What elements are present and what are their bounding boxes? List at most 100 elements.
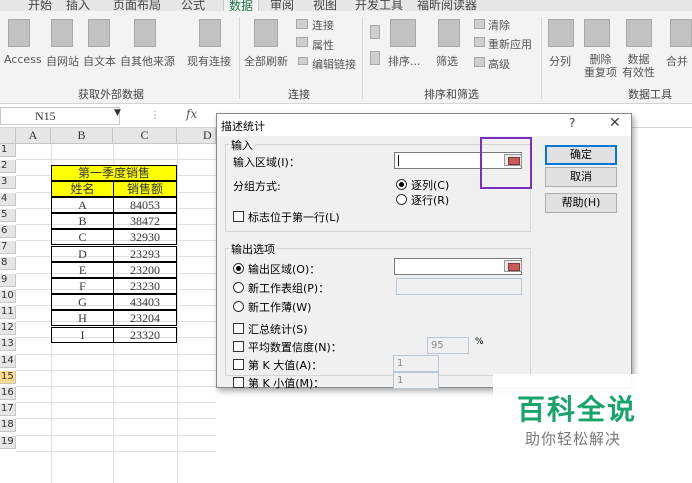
- insert-function-button[interactable]: fx: [186, 107, 197, 121]
- sort-desc-icon[interactable]: [370, 51, 380, 65]
- row-header[interactable]: 18: [0, 419, 16, 433]
- web-icon[interactable]: [51, 19, 73, 47]
- column-header-c[interactable]: C: [113, 128, 177, 144]
- name-box[interactable]: N15: [0, 107, 120, 125]
- labels-first-row-label[interactable]: 标志位于第一行(L): [248, 209, 340, 225]
- advanced-button[interactable]: 高级: [488, 56, 510, 72]
- row-header[interactable]: 3: [0, 176, 16, 190]
- column-header-a[interactable]: A: [16, 128, 51, 144]
- other-sources-icon[interactable]: [134, 19, 156, 47]
- cancel-button[interactable]: 取消: [545, 167, 617, 187]
- table-cell-sales[interactable]: 23204: [113, 310, 177, 327]
- row-header[interactable]: 12: [0, 322, 16, 336]
- table-cell-name[interactable]: G: [51, 294, 114, 311]
- row-header[interactable]: 9: [0, 273, 16, 287]
- edit-links-button[interactable]: 编辑链接: [312, 56, 356, 72]
- table-cell-sales[interactable]: 84053: [113, 197, 177, 213]
- existing-connections-button[interactable]: 现有连接: [187, 53, 231, 69]
- row-header[interactable]: 1: [0, 144, 16, 157]
- table-cell-sales[interactable]: 23293: [113, 245, 177, 262]
- data-validation-icon[interactable]: [626, 19, 652, 47]
- row-header[interactable]: 19: [0, 435, 16, 449]
- row-header[interactable]: 6: [0, 225, 16, 238]
- kth-largest-field[interactable]: 1: [393, 355, 439, 372]
- column-header-d[interactable]: D: [177, 128, 216, 144]
- refresh-all-button[interactable]: 全部刷新: [244, 53, 288, 69]
- table-cell-name[interactable]: E: [51, 261, 114, 278]
- summary-stats-checkbox[interactable]: [233, 323, 244, 334]
- by-row-radio[interactable]: [396, 194, 407, 205]
- table-cell-sales[interactable]: 23320: [113, 326, 177, 343]
- access-icon[interactable]: [8, 19, 30, 47]
- filter-button[interactable]: 筛选: [436, 53, 458, 69]
- new-workbook-label[interactable]: 新工作薄(W): [248, 299, 311, 315]
- kth-largest-checkbox[interactable]: [233, 359, 244, 370]
- new-workbook-radio[interactable]: [233, 301, 244, 312]
- table-cell-name[interactable]: A: [51, 197, 114, 213]
- row-header[interactable]: 5: [0, 208, 16, 222]
- table-title-cell[interactable]: 第一季度销售: [51, 165, 177, 181]
- column-header-b[interactable]: B: [51, 128, 113, 144]
- refresh-all-icon[interactable]: [254, 19, 278, 47]
- table-cell-sales[interactable]: 32930: [113, 229, 177, 246]
- table-cell-sales[interactable]: 38472: [113, 213, 177, 230]
- text-icon[interactable]: [88, 19, 110, 47]
- tab-page-layout[interactable]: 页面布局: [113, 0, 161, 11]
- row-header[interactable]: 4: [0, 192, 16, 206]
- table-cell-name[interactable]: B: [51, 213, 114, 230]
- row-header[interactable]: 16: [0, 387, 16, 400]
- from-web-button[interactable]: 自网站: [46, 53, 79, 69]
- row-header[interactable]: 10: [0, 289, 16, 303]
- tab-review[interactable]: 审阅: [270, 0, 294, 11]
- tab-developer[interactable]: 开发工具: [355, 0, 403, 11]
- tab-foxit[interactable]: 福昕阅读器: [417, 0, 477, 11]
- labels-first-row-checkbox[interactable]: [233, 211, 244, 222]
- ok-button[interactable]: 确定: [545, 145, 617, 165]
- by-column-radio[interactable]: [396, 179, 407, 190]
- tab-data[interactable]: 数据: [223, 0, 260, 11]
- by-column-label[interactable]: 逐列(C): [411, 177, 449, 193]
- tab-home[interactable]: 开始: [28, 0, 52, 11]
- formula-options-icon[interactable]: ⋮: [150, 110, 160, 121]
- close-icon[interactable]: ✕: [609, 115, 621, 131]
- new-worksheet-radio[interactable]: [233, 282, 244, 293]
- text-to-columns-icon[interactable]: [548, 19, 574, 47]
- row-header[interactable]: 15: [0, 370, 16, 384]
- data-validation-button[interactable]: 数据 有效性: [622, 53, 655, 79]
- range-select-icon[interactable]: [504, 260, 522, 272]
- tab-insert[interactable]: 插入: [66, 0, 90, 11]
- row-header[interactable]: 11: [0, 306, 16, 319]
- row-header[interactable]: 14: [0, 354, 16, 368]
- chevron-down-icon[interactable]: ▼: [114, 108, 121, 118]
- table-cell-name[interactable]: F: [51, 278, 114, 294]
- access-button[interactable]: Access: [4, 53, 42, 66]
- from-text-button[interactable]: 自文本: [83, 53, 116, 69]
- header-name-cell[interactable]: 姓名: [51, 181, 114, 197]
- confidence-field[interactable]: 95: [427, 337, 469, 354]
- help-icon[interactable]: ?: [569, 116, 575, 130]
- remove-duplicates-icon[interactable]: [584, 19, 610, 47]
- consolidate-button[interactable]: 合并: [666, 53, 688, 69]
- output-range-field[interactable]: [394, 258, 522, 275]
- new-worksheet-field[interactable]: [396, 278, 522, 295]
- output-range-label[interactable]: 输出区域(O)：: [248, 261, 320, 277]
- confidence-label[interactable]: 平均数置信度(N)：: [248, 339, 342, 355]
- filter-icon[interactable]: [438, 19, 460, 47]
- tab-formulas[interactable]: 公式: [181, 0, 205, 11]
- sort-button[interactable]: 排序...: [388, 53, 421, 69]
- kth-smallest-label[interactable]: 第 K 小值(M)：: [248, 375, 324, 391]
- row-header[interactable]: 2: [0, 160, 16, 174]
- help-button[interactable]: 帮助(H): [545, 193, 617, 213]
- reapply-button[interactable]: 重新应用: [488, 36, 532, 52]
- existing-connections-icon[interactable]: [199, 19, 221, 47]
- kth-smallest-checkbox[interactable]: [233, 377, 244, 388]
- text-to-columns-button[interactable]: 分列: [549, 53, 571, 69]
- sort-asc-icon[interactable]: [370, 25, 380, 39]
- table-cell-sales[interactable]: 23230: [113, 278, 177, 294]
- kth-smallest-field[interactable]: 1: [393, 372, 439, 389]
- row-header[interactable]: 17: [0, 403, 16, 417]
- new-worksheet-label[interactable]: 新工作表组(P)：: [248, 280, 329, 296]
- table-cell-name[interactable]: I: [51, 326, 114, 343]
- sort-icon[interactable]: [390, 19, 416, 47]
- select-all-corner[interactable]: [0, 128, 16, 144]
